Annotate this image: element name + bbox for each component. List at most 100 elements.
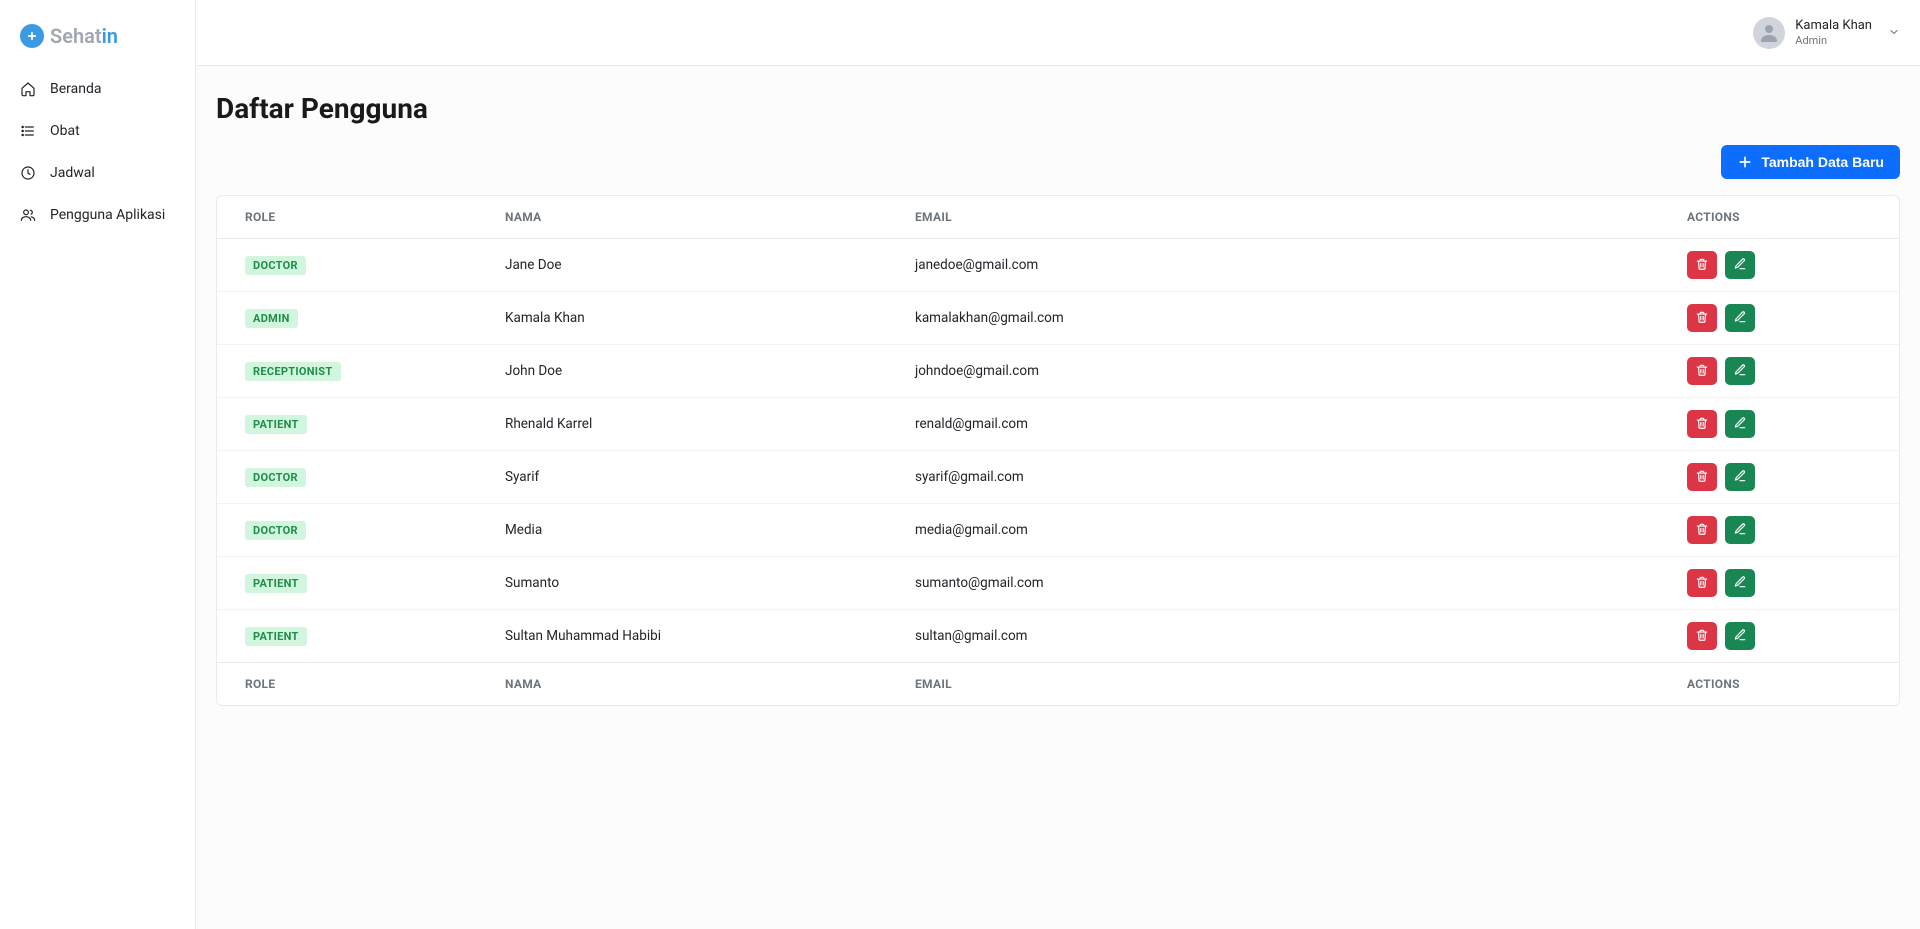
delete-button[interactable] bbox=[1687, 463, 1717, 491]
sidebar-item-obat[interactable]: Obat bbox=[0, 110, 195, 152]
add-data-button[interactable]: Tambah Data Baru bbox=[1721, 145, 1900, 179]
sidebar-item-label: Beranda bbox=[50, 81, 101, 97]
users-table: ROLE NAMA EMAIL ACTIONS DOCTOR Jane Doeja… bbox=[217, 196, 1899, 705]
cell-email: kamalakhan@gmail.com bbox=[887, 292, 1659, 345]
sidebar-item-label: Obat bbox=[50, 123, 80, 139]
table-row: ADMIN Kamala Khankamalakhan@gmail.com bbox=[217, 292, 1899, 345]
role-badge: PATIENT bbox=[245, 415, 307, 434]
sidebar-item-pengguna-aplikasi[interactable]: Pengguna Aplikasi bbox=[0, 194, 195, 236]
users-icon bbox=[20, 207, 36, 223]
edit-button[interactable] bbox=[1725, 410, 1755, 438]
col-footer-role: ROLE bbox=[217, 663, 477, 706]
role-badge: PATIENT bbox=[245, 627, 307, 646]
add-data-button-label: Tambah Data Baru bbox=[1761, 154, 1884, 170]
table-row: DOCTOR Syarifsyarif@gmail.com bbox=[217, 451, 1899, 504]
cell-name: John Doe bbox=[477, 345, 887, 398]
users-table-card: ROLE NAMA EMAIL ACTIONS DOCTOR Jane Doeja… bbox=[216, 195, 1900, 706]
sidebar: Sehatin Beranda Obat Jadwal Pengguna Aplika… bbox=[0, 0, 196, 929]
role-badge: PATIENT bbox=[245, 574, 307, 593]
user-menu[interactable]: Kamala Khan Admin bbox=[1753, 17, 1900, 49]
edit-icon bbox=[1733, 575, 1747, 592]
delete-button[interactable] bbox=[1687, 410, 1717, 438]
table-row: DOCTOR Jane Doejanedoe@gmail.com bbox=[217, 239, 1899, 292]
chevron-down-icon bbox=[1888, 23, 1900, 42]
table-row: RECEPTIONISTJohn Doejohndoe@gmail.com bbox=[217, 345, 1899, 398]
clock-icon bbox=[20, 165, 36, 181]
table-row: PATIENT Sumantosumanto@gmail.com bbox=[217, 557, 1899, 610]
cell-email: sultan@gmail.com bbox=[887, 610, 1659, 663]
delete-button[interactable] bbox=[1687, 622, 1717, 650]
brand-logo[interactable]: Sehatin bbox=[0, 18, 195, 68]
trash-icon bbox=[1695, 257, 1709, 274]
brand-text: Sehatin bbox=[50, 24, 118, 48]
cell-email: janedoe@gmail.com bbox=[887, 239, 1659, 292]
edit-button[interactable] bbox=[1725, 463, 1755, 491]
edit-button[interactable] bbox=[1725, 516, 1755, 544]
edit-icon bbox=[1733, 257, 1747, 274]
cell-email: media@gmail.com bbox=[887, 504, 1659, 557]
list-icon bbox=[20, 123, 36, 139]
topbar: Kamala Khan Admin bbox=[196, 0, 1920, 66]
col-footer-name: NAMA bbox=[477, 663, 887, 706]
edit-button[interactable] bbox=[1725, 357, 1755, 385]
cell-name: Media bbox=[477, 504, 887, 557]
col-header-name: NAMA bbox=[477, 196, 887, 239]
edit-icon bbox=[1733, 522, 1747, 539]
col-footer-email: EMAIL bbox=[887, 663, 1659, 706]
table-row: DOCTOR Mediamedia@gmail.com bbox=[217, 504, 1899, 557]
trash-icon bbox=[1695, 416, 1709, 433]
col-header-actions: ACTIONS bbox=[1659, 196, 1899, 239]
role-badge: DOCTOR bbox=[245, 256, 306, 275]
cell-name: Sultan Muhammad Habibi bbox=[477, 610, 887, 663]
sidebar-item-jadwal[interactable]: Jadwal bbox=[0, 152, 195, 194]
edit-button[interactable] bbox=[1725, 622, 1755, 650]
edit-icon bbox=[1733, 469, 1747, 486]
col-header-email: EMAIL bbox=[887, 196, 1659, 239]
delete-button[interactable] bbox=[1687, 516, 1717, 544]
table-row: PATIENT Sultan Muhammad Habibisultan@gmai… bbox=[217, 610, 1899, 663]
trash-icon bbox=[1695, 628, 1709, 645]
cell-email: syarif@gmail.com bbox=[887, 451, 1659, 504]
cell-name: Rhenald Karrel bbox=[477, 398, 887, 451]
cell-name: Syarif bbox=[477, 451, 887, 504]
cell-name: Sumanto bbox=[477, 557, 887, 610]
user-role: Admin bbox=[1795, 34, 1872, 47]
trash-icon bbox=[1695, 363, 1709, 380]
table-row: PATIENT Rhenald Karrelrenald@gmail.com bbox=[217, 398, 1899, 451]
sidebar-item-label: Jadwal bbox=[50, 165, 95, 181]
home-icon bbox=[20, 81, 36, 97]
col-footer-actions: ACTIONS bbox=[1659, 663, 1899, 706]
edit-icon bbox=[1733, 363, 1747, 380]
role-badge: ADMIN bbox=[245, 309, 298, 328]
delete-button[interactable] bbox=[1687, 357, 1717, 385]
edit-button[interactable] bbox=[1725, 251, 1755, 279]
trash-icon bbox=[1695, 522, 1709, 539]
delete-button[interactable] bbox=[1687, 569, 1717, 597]
sidebar-item-label: Pengguna Aplikasi bbox=[50, 207, 165, 223]
role-badge: DOCTOR bbox=[245, 468, 306, 487]
edit-button[interactable] bbox=[1725, 569, 1755, 597]
cell-email: sumanto@gmail.com bbox=[887, 557, 1659, 610]
delete-button[interactable] bbox=[1687, 251, 1717, 279]
trash-icon bbox=[1695, 310, 1709, 327]
edit-icon bbox=[1733, 310, 1747, 327]
edit-button[interactable] bbox=[1725, 304, 1755, 332]
edit-icon bbox=[1733, 416, 1747, 433]
col-header-role: ROLE bbox=[217, 196, 477, 239]
cell-email: renald@gmail.com bbox=[887, 398, 1659, 451]
delete-button[interactable] bbox=[1687, 304, 1717, 332]
trash-icon bbox=[1695, 575, 1709, 592]
cell-email: johndoe@gmail.com bbox=[887, 345, 1659, 398]
sidebar-item-beranda[interactable]: Beranda bbox=[0, 68, 195, 110]
page-title: Daftar Pengguna bbox=[216, 92, 1900, 125]
trash-icon bbox=[1695, 469, 1709, 486]
role-badge: DOCTOR bbox=[245, 521, 306, 540]
user-name: Kamala Khan bbox=[1795, 18, 1872, 34]
edit-icon bbox=[1733, 628, 1747, 645]
avatar-icon bbox=[1753, 17, 1785, 49]
plus-circle-icon bbox=[20, 24, 44, 48]
plus-icon bbox=[1737, 154, 1753, 170]
sidebar-nav: Beranda Obat Jadwal Pengguna Aplikasi bbox=[0, 68, 195, 236]
cell-name: Jane Doe bbox=[477, 239, 887, 292]
cell-name: Kamala Khan bbox=[477, 292, 887, 345]
